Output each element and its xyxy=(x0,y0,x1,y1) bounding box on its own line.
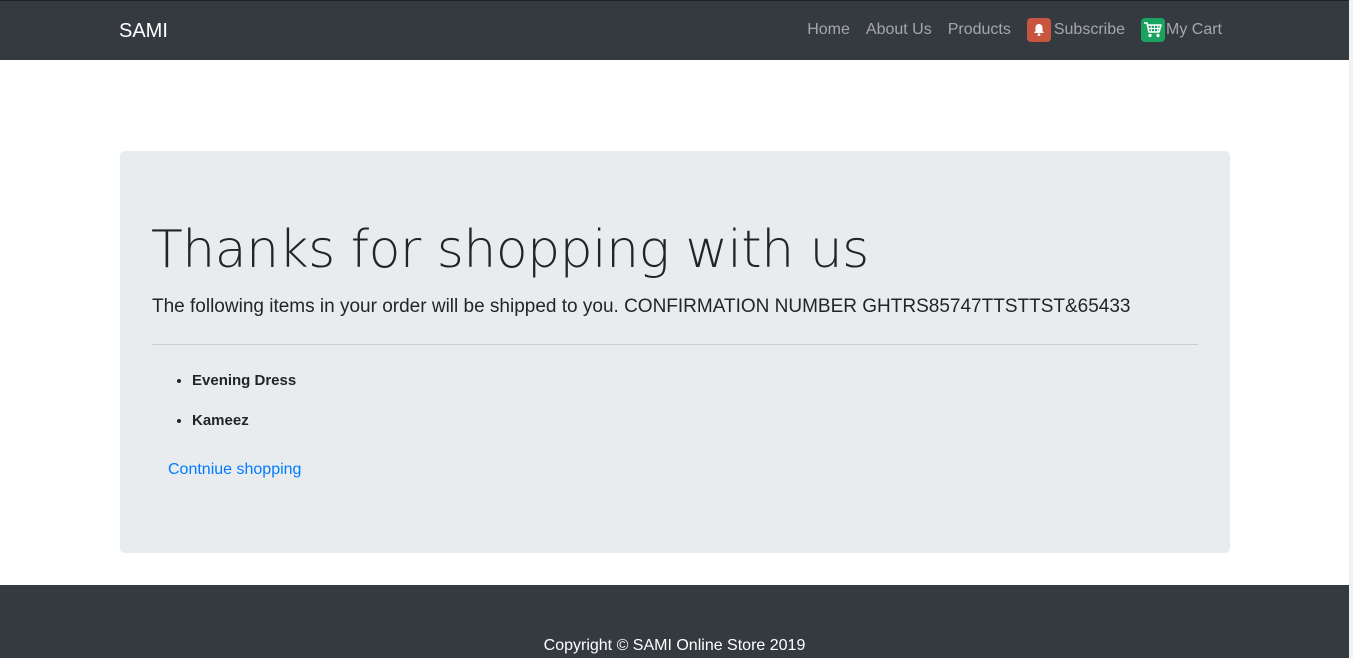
footer: Copyright © SAMI Online Store 2019 xyxy=(0,585,1349,658)
page: SAMI Home About Us Products Subscribe My… xyxy=(0,0,1353,658)
order-items-list: Evening Dress Kameez xyxy=(152,367,296,447)
cart-icon xyxy=(1141,18,1165,42)
list-item: Evening Dress xyxy=(192,367,296,395)
nav-subscribe[interactable]: Subscribe xyxy=(1026,18,1125,42)
order-confirmation-panel: Thanks for shopping with us The followin… xyxy=(120,151,1230,553)
continue-shopping-link[interactable]: Contniue shopping xyxy=(168,458,301,482)
nav-about-us[interactable]: About Us xyxy=(866,18,932,42)
nav-subscribe-label: Subscribe xyxy=(1053,21,1125,38)
shipping-message: The following items in your order will b… xyxy=(152,293,1131,321)
nav-links: Home About Us Products Subscribe My Cart xyxy=(807,18,1222,42)
nav-products[interactable]: Products xyxy=(948,18,1011,42)
nav-my-cart-label: My Cart xyxy=(1166,21,1222,38)
navbar: SAMI Home About Us Products Subscribe My… xyxy=(0,0,1349,60)
page-title: Thanks for shopping with us xyxy=(151,220,869,280)
nav-my-cart[interactable]: My Cart xyxy=(1141,18,1222,42)
copyright-text: Copyright © SAMI Online Store 2019 xyxy=(543,637,806,654)
divider xyxy=(152,344,1198,345)
nav-home[interactable]: Home xyxy=(807,18,850,42)
scrollbar[interactable] xyxy=(1349,0,1353,658)
list-item: Kameez xyxy=(192,407,296,435)
shipping-message-text: The following items in your order will b… xyxy=(152,296,619,317)
brand-logo[interactable]: SAMI xyxy=(119,19,168,43)
confirmation-number: CONFIRMATION NUMBER GHTRS85747TTSTTST&65… xyxy=(624,296,1131,317)
bell-icon xyxy=(1026,18,1051,42)
